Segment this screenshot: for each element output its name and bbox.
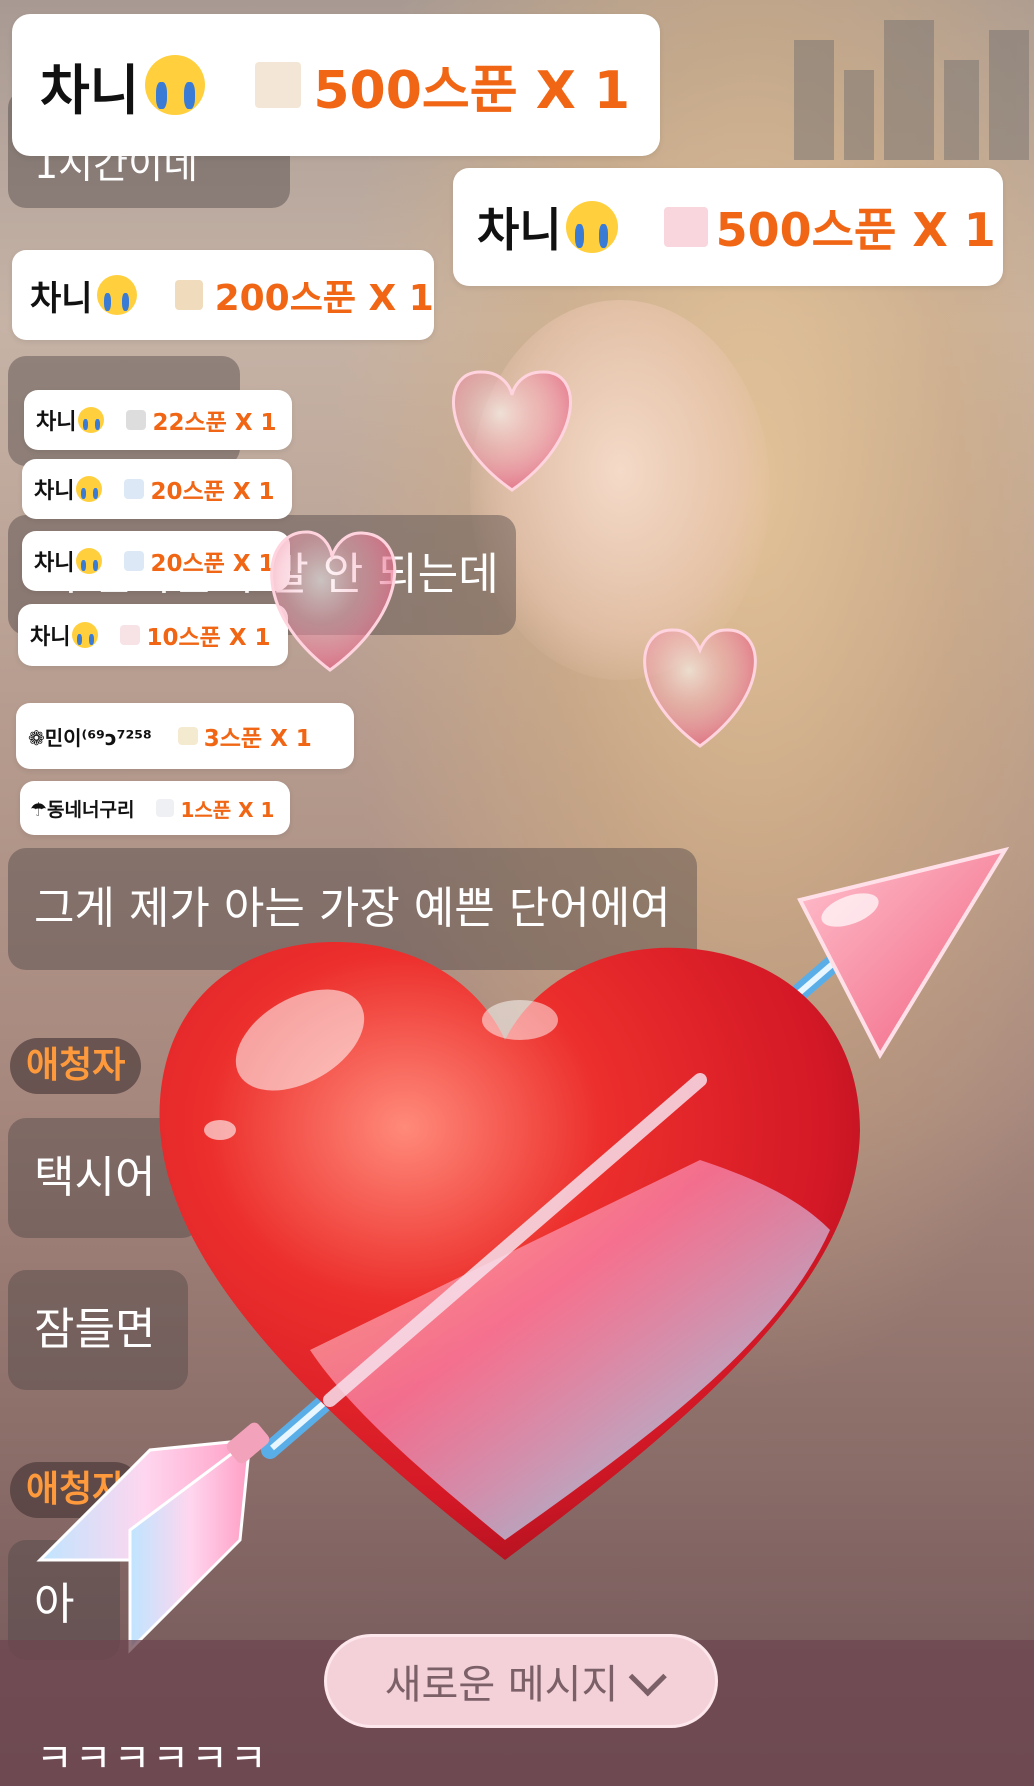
gift-amount: 10스푼 X 1 bbox=[146, 625, 271, 651]
sparkle-gift-icon bbox=[124, 551, 145, 571]
crying-face-icon bbox=[72, 622, 99, 648]
big-heart-icon bbox=[159, 941, 860, 1560]
gift-notification: 차니 20스푼 X 1 bbox=[22, 459, 292, 519]
new-message-button[interactable]: 새로운 메시지 bbox=[324, 1634, 718, 1728]
chat-message: ㅋㅋㅋㅋㅋㅋ bbox=[36, 1736, 269, 1782]
arrow-head-icon bbox=[797, 846, 1010, 1060]
gift-notification: 차니 500스푼 X 1 bbox=[12, 14, 660, 156]
gift-notification: 차니 500스푼 X 1 bbox=[453, 168, 1003, 286]
background-face bbox=[470, 300, 770, 680]
sparkle-gift-icon bbox=[124, 479, 145, 499]
arrow-icon bbox=[261, 931, 869, 1459]
background-city-skyline bbox=[774, 0, 1034, 160]
gift-user: ☂동네너구리 bbox=[30, 798, 135, 821]
cat-gift-icon bbox=[126, 410, 147, 430]
chat-message: 택시어 bbox=[8, 1118, 200, 1238]
viewer-badge: 애청자 bbox=[10, 1462, 142, 1518]
gift-user: 차니 bbox=[40, 58, 140, 122]
gift-amount: 200스푼 X 1 bbox=[214, 278, 434, 319]
crying-face-icon bbox=[76, 548, 103, 574]
arrow-shaft-front bbox=[323, 1073, 707, 1407]
gift-user: 차니 bbox=[36, 410, 77, 435]
gift-user: ❁민이⁽⁶⁹ᴐ⁷²⁵⁸ bbox=[28, 725, 152, 750]
gift-user: 차니 bbox=[477, 203, 562, 257]
gift-user: 차니 bbox=[30, 278, 93, 319]
crying-face-icon bbox=[96, 275, 137, 315]
gift-amount: 20스푼 X 1 bbox=[150, 551, 275, 577]
gift-notification: ❁민이⁽⁶⁹ᴐ⁷²⁵⁸ 3스푼 X 1 bbox=[16, 703, 354, 769]
cloud-gift-icon bbox=[177, 727, 198, 745]
gift-amount: 22스푼 X 1 bbox=[152, 410, 277, 436]
crying-face-icon bbox=[78, 407, 105, 433]
crying-face-icon bbox=[76, 476, 103, 502]
gift-user: 차니 bbox=[30, 625, 71, 650]
crying-face-icon bbox=[145, 55, 206, 115]
heart-arrow-gift-icon bbox=[663, 207, 708, 247]
gift-user: 차니 bbox=[34, 479, 75, 504]
crying-face-icon bbox=[565, 201, 618, 253]
viewer-badge: 애청자 bbox=[10, 1038, 142, 1094]
gift-amount: 1스푼 X 1 bbox=[180, 797, 275, 822]
gift-amount: 500스푼 X 1 bbox=[715, 203, 996, 257]
rabbit-gift-icon bbox=[120, 625, 141, 645]
bubble-heart-icon bbox=[452, 370, 572, 492]
gift-notification: 차니 10스푼 X 1 bbox=[18, 604, 288, 666]
gift-notification: ☂동네너구리 1스푼 X 1 bbox=[20, 781, 290, 835]
chat-message: 잠들면 bbox=[8, 1270, 188, 1390]
gift-amount: 20스푼 X 1 bbox=[150, 479, 275, 505]
gift-notification: 차니 20스푼 X 1 bbox=[22, 531, 290, 591]
gift-amount: 500스푼 X 1 bbox=[313, 60, 631, 121]
bubble-heart-icon bbox=[643, 628, 757, 748]
chat-message: 그게 제가 아는 가장 예쁜 단어에여 bbox=[8, 848, 697, 970]
star-gift-icon bbox=[156, 799, 175, 817]
gift-user: 차니 bbox=[34, 551, 75, 576]
chevron-down-icon bbox=[628, 1657, 668, 1696]
gift-notification: 차니 200스푼 X 1 bbox=[12, 250, 434, 340]
new-message-label: 새로운 메시지 bbox=[384, 1662, 619, 1708]
gift-amount: 3스푼 X 1 bbox=[203, 726, 312, 752]
bear-gift-icon bbox=[174, 280, 203, 310]
cake-gift-icon bbox=[255, 62, 302, 108]
gift-notification: 차니 22스푼 X 1 bbox=[24, 390, 292, 450]
